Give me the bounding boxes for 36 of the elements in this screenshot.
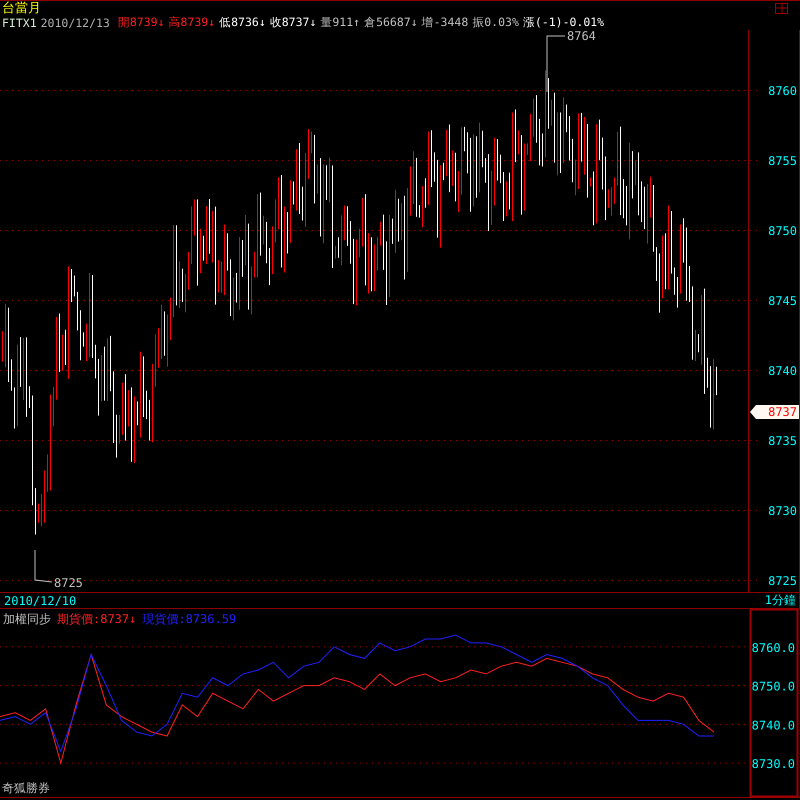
sync-title: 加權同步 [3, 611, 51, 628]
high-label: 8764 [567, 30, 596, 43]
chart-date: 2010/12/10 [4, 594, 76, 608]
quote-value: 開8739↓ [118, 15, 164, 30]
y-axis-label: 8740.0 [752, 718, 795, 732]
futures-price: 期貨價:8737↓ [57, 611, 136, 628]
low-label: 8725 [54, 576, 83, 590]
quote-value: 漲(-1)-0.01% [522, 15, 604, 30]
symbol-code: FITX1 [2, 16, 37, 30]
leader-line [546, 36, 566, 92]
price-scale-label: 8750 [768, 224, 797, 238]
price-scale-label: 8755 [768, 154, 797, 168]
price-scale-label: 8760 [768, 84, 797, 98]
quote-value: 高8739↓ [168, 15, 216, 30]
price-scale-label: 8730 [768, 504, 797, 518]
quote-value: 倉56687↓ [364, 15, 418, 30]
quote-value: 收8737↓ [270, 15, 316, 30]
quote-value: 增-3448 [422, 15, 468, 30]
quote-value: 低8736↓ [219, 15, 266, 30]
y-axis-label: 8760.0 [752, 640, 795, 655]
y-axis-label: 8750.0 [752, 680, 795, 694]
price-scale-label: 8735 [768, 434, 797, 448]
price-scale-label: 8740 [768, 364, 797, 378]
quote-value: 量911↑ [320, 15, 360, 30]
quote-date: 2010/12/13 [40, 16, 110, 30]
leader-line [34, 550, 52, 582]
price-scale-label: 8725 [768, 574, 797, 588]
window-restore-icon[interactable] [775, 2, 788, 14]
last-price-tag: 8737 [750, 405, 799, 419]
quote-value: 振0.03% [472, 15, 519, 30]
symbol-name: 台當月 [2, 0, 41, 17]
interval-label[interactable]: 1分鐘 [764, 592, 796, 609]
spot-price: 現貨價:8736.59 [142, 611, 236, 628]
price-scale-label: 8745 [768, 294, 797, 308]
footer-label: 奇狐勝券 [2, 780, 50, 797]
y-axis-label: 8730.0 [752, 757, 795, 772]
